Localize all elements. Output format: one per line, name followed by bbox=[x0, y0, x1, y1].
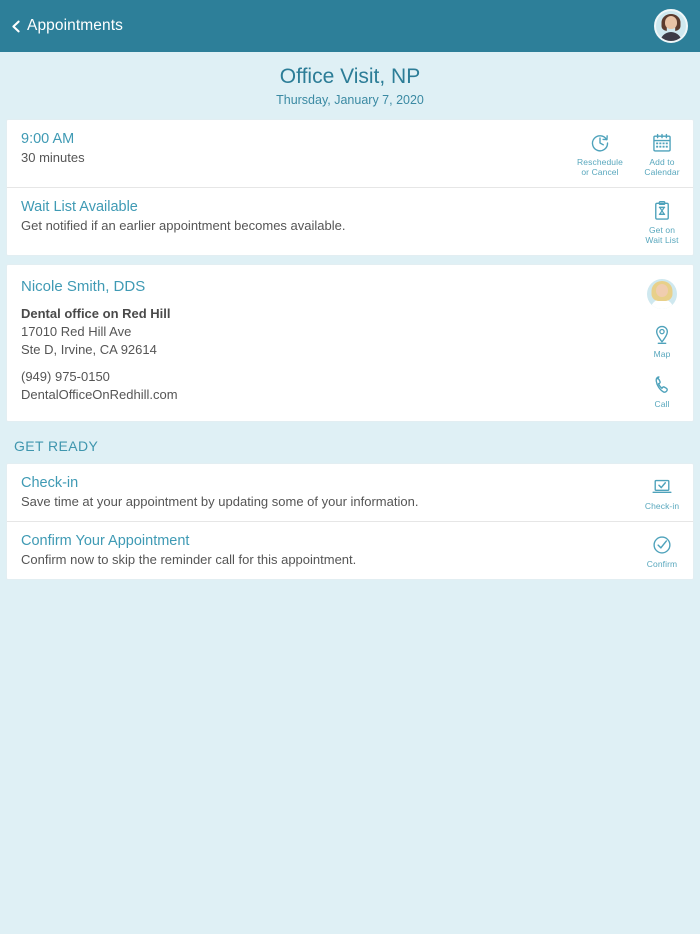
calendar-caption-line2: Calendar bbox=[644, 167, 680, 177]
check-in-info: Check-in Save time at your appointment b… bbox=[21, 474, 631, 511]
confirm-caption: Confirm bbox=[646, 559, 678, 569]
clock-refresh-icon bbox=[589, 131, 611, 155]
appointment-time: 9:00 AM bbox=[21, 131, 75, 147]
call-button[interactable]: Call bbox=[631, 372, 693, 409]
check-in-row: Check-in Save time at your appointment b… bbox=[7, 464, 693, 521]
check-in-title[interactable]: Check-in bbox=[21, 474, 621, 493]
map-caption: Map bbox=[653, 349, 671, 359]
page-header: Office Visit, NP Thursday, January 7, 20… bbox=[0, 52, 700, 119]
add-to-calendar-caption: Add to Calendar bbox=[644, 157, 679, 177]
appointment-actions: Reschedule or Cancel Add to Calendar bbox=[569, 130, 693, 177]
wait-list-caption: Get on Wait List bbox=[645, 225, 678, 245]
reschedule-caption-line2: or Cancel bbox=[581, 167, 619, 177]
calendar-caption-line1: Add to bbox=[649, 157, 675, 167]
confirm-appointment-row: Confirm Your Appointment Confirm now to … bbox=[7, 521, 693, 579]
laptop-check-icon bbox=[651, 475, 673, 499]
back-button[interactable]: Appointments bbox=[10, 17, 123, 35]
provider-avatar[interactable] bbox=[647, 279, 677, 309]
provider-row: Nicole Smith, DDS Dental office on Red H… bbox=[7, 265, 693, 421]
page-title: Office Visit, NP bbox=[279, 65, 421, 88]
wait-list-title[interactable]: Wait List Available bbox=[21, 198, 621, 217]
map-button[interactable]: Map bbox=[631, 322, 693, 359]
get-ready-card: Check-in Save time at your appointment b… bbox=[6, 463, 694, 580]
phone-icon bbox=[651, 373, 673, 397]
office-address-line2: Ste D, Irvine, CA 92614 bbox=[21, 342, 157, 357]
provider-avatar-face bbox=[656, 284, 668, 297]
wait-list-caption-line2: Wait List bbox=[645, 235, 679, 245]
provider-card: Nicole Smith, DDS Dental office on Red H… bbox=[6, 264, 694, 422]
map-pin-icon bbox=[651, 323, 673, 347]
user-avatar[interactable] bbox=[654, 9, 688, 43]
circle-check-icon bbox=[651, 533, 673, 557]
reschedule-or-cancel-button[interactable]: Reschedule or Cancel bbox=[569, 130, 631, 177]
provider-info: Nicole Smith, DDS Dental office on Red H… bbox=[21, 277, 631, 409]
check-in-description: Save time at your appointment by updatin… bbox=[21, 494, 419, 509]
confirm-appointment-info: Confirm Your Appointment Confirm now to … bbox=[21, 532, 631, 569]
office-website[interactable]: DentalOfficeOnRedhill.com bbox=[21, 386, 621, 404]
wait-list-caption-line1: Get on bbox=[648, 225, 676, 235]
confirm-appointment-description: Confirm now to skip the reminder call fo… bbox=[21, 552, 357, 567]
avatar-body bbox=[660, 32, 682, 41]
reschedule-caption-line1: Reschedule bbox=[577, 157, 623, 167]
call-caption: Call bbox=[654, 399, 670, 409]
wait-list-actions: Get on Wait List bbox=[631, 198, 693, 245]
office-address-line1: 17010 Red Hill Ave bbox=[21, 324, 132, 339]
office-phone[interactable]: (949) 975-0150 bbox=[21, 368, 621, 386]
avatar-face bbox=[665, 16, 677, 29]
provider-actions: Map Call bbox=[631, 277, 693, 409]
appointment-time-info: 9:00 AM 30 minutes bbox=[21, 130, 569, 177]
get-on-wait-list-button[interactable]: Get on Wait List bbox=[631, 198, 693, 245]
appointment-duration: 30 minutes bbox=[21, 150, 85, 165]
appointment-time-row: 9:00 AM 30 minutes Reschedule or Cancel bbox=[7, 120, 693, 187]
confirm-actions: Confirm bbox=[631, 532, 693, 569]
wait-list-row: Wait List Available Get notified if an e… bbox=[7, 187, 693, 255]
wait-list-description: Get notified if an earlier appointment b… bbox=[21, 218, 346, 233]
calendar-add-icon bbox=[651, 131, 673, 155]
check-in-actions: Check-in bbox=[631, 474, 693, 511]
reschedule-caption: Reschedule or Cancel bbox=[577, 157, 623, 177]
office-name: Dental office on Red Hill bbox=[21, 306, 171, 321]
page-date: Thursday, January 7, 2020 bbox=[276, 93, 424, 107]
top-navigation-bar: Appointments bbox=[0, 0, 700, 52]
provider-name[interactable]: Nicole Smith, DDS bbox=[21, 277, 621, 296]
check-in-caption: Check-in bbox=[644, 501, 680, 511]
clipboard-hourglass-icon bbox=[651, 199, 673, 223]
back-button-label: Appointments bbox=[27, 17, 123, 34]
check-in-button[interactable]: Check-in bbox=[631, 474, 693, 511]
appointment-card: 9:00 AM 30 minutes Reschedule or Cancel bbox=[6, 119, 694, 256]
get-ready-section-title: GET READY bbox=[14, 438, 99, 454]
wait-list-info: Wait List Available Get notified if an e… bbox=[21, 198, 631, 245]
chevron-left-icon bbox=[10, 20, 23, 33]
add-to-calendar-button[interactable]: Add to Calendar bbox=[631, 130, 693, 177]
confirm-appointment-title[interactable]: Confirm Your Appointment bbox=[21, 532, 621, 551]
confirm-button[interactable]: Confirm bbox=[631, 532, 693, 569]
